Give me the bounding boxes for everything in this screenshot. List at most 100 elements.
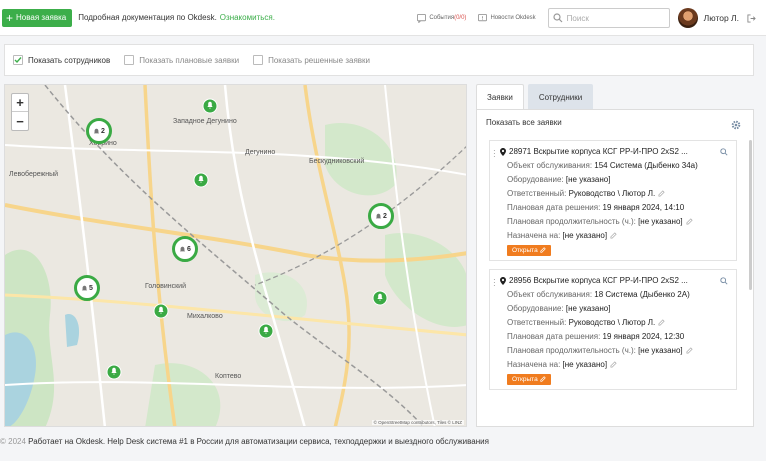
field-value: 19 января 2024, 12:30 [602, 332, 685, 341]
request-title-text: 28971 Вскрытие корпуса КСГ РР-И-ПРО 2хS2… [509, 147, 688, 156]
edit-icon[interactable] [658, 190, 665, 197]
gear-icon[interactable] [731, 120, 741, 130]
map-view[interactable]: + − Западное Дегунино Ховрино Дегунино Л… [4, 84, 467, 427]
request-field: Оборудование: [не указано] [500, 175, 730, 184]
status-label: Открыта [512, 376, 538, 383]
news-label: Новости Okdesk [490, 15, 536, 21]
zoom-out-button[interactable]: − [12, 112, 28, 130]
field-value: 154 Система (Дыбенко 34а) [594, 161, 698, 170]
zoom-to-icon[interactable] [720, 148, 728, 156]
edit-icon [540, 376, 546, 382]
request-card[interactable]: · · · 28971 Вскрытие корпуса КСГ РР-И-ПРО 2… [489, 140, 737, 261]
map-place-label: Михалково [187, 313, 223, 320]
checkbox-unchecked[interactable] [124, 55, 135, 65]
avatar[interactable] [677, 8, 698, 28]
check-icon [14, 57, 22, 64]
filter-label: Показать плановые заявки [139, 55, 240, 65]
map-marker-icon[interactable] [193, 172, 209, 188]
field-value: [не указано] [638, 346, 683, 355]
map-marker-icon[interactable] [153, 303, 169, 319]
cluster-count: 2 [101, 127, 105, 135]
cluster-count: 6 [187, 245, 191, 253]
map-attribution[interactable]: © OpenStreetMap contributors, Tiles © LI… [371, 420, 464, 425]
map-place-label: Дегунино [245, 149, 276, 156]
request-field: Плановая продолжительность (ч.): [не ука… [500, 217, 730, 226]
map-marker-icon[interactable] [106, 364, 122, 380]
cluster-count: 5 [89, 284, 93, 292]
map-place-label: Левобережный [9, 171, 59, 178]
drag-handle-icon[interactable]: · · · [493, 276, 496, 290]
edit-icon[interactable] [686, 218, 693, 225]
status-badge[interactable]: Открыта [507, 245, 551, 256]
field-value: 19 января 2024, 14:10 [602, 203, 685, 212]
location-pin-icon [500, 147, 506, 156]
scrollbar[interactable] [749, 140, 752, 290]
map-place-label: Коптево [215, 373, 242, 380]
field-label: Ответственный: [507, 189, 567, 198]
field-value: Руководство \ Лютор Л. [568, 318, 656, 327]
documentation-label: Подробная документация по Okdesk. [78, 13, 217, 22]
tab-employees[interactable]: Сотрудники [527, 84, 594, 109]
new-request-label: Новая заявка [16, 13, 67, 22]
request-title-text: 28956 Вскрытие корпуса КСГ РР-И-ПРО 2хS2… [509, 276, 688, 285]
request-field: Ответственный: Руководство \ Лютор Л. [500, 189, 730, 198]
panel-tabs: Заявки Сотрудники [476, 84, 754, 109]
request-field: Назначена на: [не указано] [500, 360, 730, 369]
request-list: · · · 28971 Вскрытие корпуса КСГ РР-И-ПРО 2… [489, 140, 743, 426]
zoom-to-icon[interactable] [720, 277, 728, 285]
search-box[interactable] [547, 8, 670, 28]
bell-icon [93, 128, 100, 133]
field-value: [не указано] [565, 175, 611, 184]
request-field: Плановая продолжительность (ч.): [не ука… [500, 346, 730, 355]
map-place-label: Головинский [145, 283, 186, 290]
zoom-control: + − [11, 93, 29, 131]
edit-icon[interactable] [610, 361, 617, 368]
map-cluster[interactable]: 6 [172, 236, 198, 262]
events-count: (0/0) [454, 15, 467, 21]
news-icon [478, 13, 488, 21]
request-title[interactable]: 28956 Вскрытие корпуса КСГ РР-И-ПРО 2хS2… [500, 276, 730, 285]
edit-icon[interactable] [658, 319, 665, 326]
request-title[interactable]: 28971 Вскрытие корпуса КСГ РР-И-ПРО 2хS2… [500, 147, 730, 156]
plus-icon: + [6, 10, 14, 25]
map-marker-icon[interactable] [372, 290, 388, 306]
filter-label: Показать сотрудников [28, 55, 111, 65]
filter-show-resolved[interactable]: Показать решенные заявки [253, 55, 370, 65]
field-label: Плановая продолжительность (ч.): [507, 217, 636, 226]
events-label: События [429, 15, 455, 21]
filter-show-employees[interactable]: Показать сотрудников [13, 55, 110, 65]
edit-icon[interactable] [686, 347, 693, 354]
map-marker-icon[interactable] [202, 98, 218, 114]
documentation-link[interactable]: Ознакомиться. [220, 13, 275, 22]
edit-icon[interactable] [610, 232, 617, 239]
checkbox-unchecked[interactable] [253, 55, 264, 65]
map-cluster[interactable]: 2 [86, 118, 112, 144]
map-cluster[interactable]: 2 [368, 203, 394, 229]
search-input[interactable] [566, 13, 657, 23]
request-field: Плановая дата решения: 19 января 2024, 1… [500, 203, 730, 212]
map-cluster[interactable]: 5 [74, 275, 100, 301]
news-link[interactable]: Новости Okdesk [478, 13, 536, 23]
tab-requests[interactable]: Заявки [476, 84, 524, 109]
checkbox-checked[interactable] [13, 55, 23, 65]
filter-show-planned[interactable]: Показать плановые заявки [124, 55, 239, 65]
filter-label: Показать решенные заявки [268, 55, 371, 65]
field-label: Назначена на: [507, 360, 561, 369]
field-label: Плановая дата решения: [507, 332, 601, 341]
zoom-in-button[interactable]: + [12, 94, 28, 112]
request-card[interactable]: · · · 28956 Вскрытие корпуса КСГ РР-И-ПРО 2… [489, 269, 737, 390]
request-field: Назначена на: [не указано] [500, 231, 730, 240]
status-badge[interactable]: Открыта [507, 374, 551, 385]
events-link[interactable]: События (0/0) [417, 13, 467, 23]
drag-handle-icon[interactable]: · · · [493, 147, 496, 161]
bell-icon [375, 213, 382, 218]
user-name[interactable]: Лютор Л. [704, 13, 739, 23]
map-marker-icon[interactable] [258, 323, 274, 339]
filter-bar: Показать сотрудников Показать плановые з… [4, 44, 754, 76]
new-request-button[interactable]: + Новая заявка [2, 8, 73, 27]
logout-icon[interactable] [747, 13, 756, 23]
bell-icon [81, 285, 88, 290]
field-value: Руководство \ Лютор Л. [568, 189, 656, 198]
show-all-requests-link[interactable]: Показать все заявки [486, 118, 562, 127]
footer-year: © 2024 [0, 437, 26, 446]
